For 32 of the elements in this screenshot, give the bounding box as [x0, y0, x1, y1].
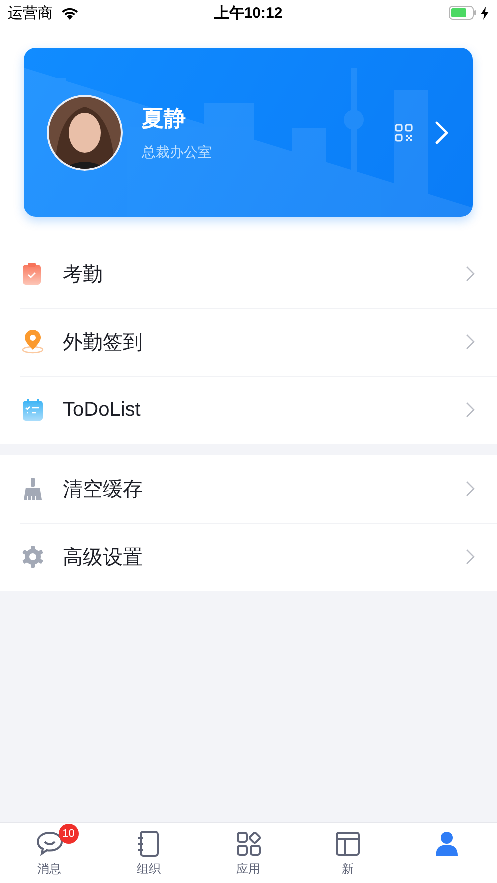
chevron-right-icon — [466, 334, 475, 350]
unread-badge: 10 — [58, 824, 79, 844]
settings-icon — [22, 545, 44, 569]
department-label: 总裁办公室 — [142, 144, 213, 162]
wifi-icon — [61, 6, 79, 20]
broom-icon — [22, 477, 44, 501]
chevron-right-icon — [466, 266, 475, 282]
menu-item[interactable]: 清空缓存 — [0, 455, 497, 523]
menu-item[interactable]: ToDoList — [0, 376, 497, 444]
location-pin-icon — [22, 330, 44, 354]
tab-item[interactable]: 10 消息 — [0, 823, 100, 883]
menu-item[interactable]: 高级设置 — [0, 523, 497, 591]
battery-icon — [449, 6, 477, 20]
tab-item[interactable]: 组织 — [99, 823, 199, 883]
clipboard-icon — [22, 262, 44, 286]
apps-grid-icon — [234, 830, 263, 858]
user-name: 夏静 — [142, 104, 187, 132]
menu-item[interactable]: 外勤签到 — [0, 308, 497, 376]
charging-icon — [481, 6, 489, 20]
chevron-right-icon — [466, 549, 475, 565]
chat-bubble-icon — [36, 830, 64, 858]
status-time: 上午10:12 — [214, 4, 283, 22]
qr-code-icon — [395, 124, 413, 142]
tab-item[interactable]: 新 — [298, 823, 398, 883]
menu-item[interactable]: 考勤 — [0, 240, 497, 308]
chevron-right-icon — [466, 481, 475, 497]
window-icon — [334, 830, 362, 858]
chevron-right-icon — [435, 120, 449, 144]
tab-item[interactable]: 应用 — [198, 823, 298, 883]
calendar-icon — [22, 398, 44, 422]
carrier-name: 运营商 — [8, 4, 53, 22]
chevron-right-icon — [466, 402, 475, 418]
